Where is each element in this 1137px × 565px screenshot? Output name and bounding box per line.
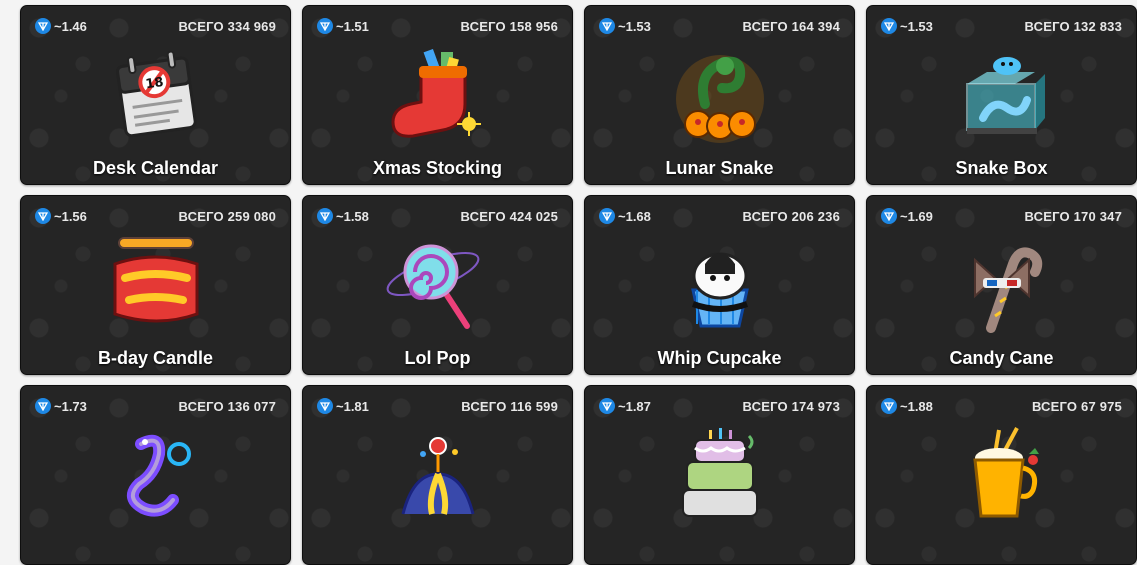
gift-card-snake-box[interactable]: ~1.53 ВСЕГО 132 833 Snake Box bbox=[866, 5, 1137, 185]
card-header: ~1.53 ВСЕГО 132 833 bbox=[881, 18, 1122, 34]
desk-calendar-icon: 18 bbox=[115, 50, 197, 138]
price: ~1.56 bbox=[35, 208, 87, 224]
ton-diamond-icon bbox=[599, 18, 615, 34]
gift-card-lunar-snake[interactable]: ~1.53 ВСЕГО 164 394 Lunar Snake bbox=[584, 5, 855, 185]
price-value: ~1.46 bbox=[54, 18, 87, 34]
gift-card-desk-calendar[interactable]: ~1.46 ВСЕГО 334 969 18 Desk Calendar bbox=[20, 5, 291, 185]
ton-diamond-icon bbox=[35, 208, 51, 224]
total-count: ВСЕГО 158 956 bbox=[460, 18, 558, 34]
total-count: ВСЕГО 170 347 bbox=[1024, 208, 1122, 224]
snake-box-icon bbox=[965, 57, 1045, 134]
ton-diamond-icon bbox=[599, 208, 615, 224]
gift-name: Whip Cupcake bbox=[657, 348, 782, 368]
price: ~1.46 bbox=[35, 18, 87, 34]
card-header: ~1.73 ВСЕГО 136 077 bbox=[35, 398, 276, 414]
price: ~1.68 bbox=[599, 208, 651, 224]
ton-diamond-icon bbox=[881, 398, 897, 414]
gift-card-whip-cupcake[interactable]: ~1.68 ВСЕГО 206 236 Whip Cupcake bbox=[584, 195, 855, 375]
ton-diamond-icon bbox=[317, 18, 333, 34]
price-value: ~1.58 bbox=[336, 208, 369, 224]
gift-name: Candy Cane bbox=[949, 348, 1054, 368]
total-count: ВСЕГО 334 969 bbox=[178, 18, 276, 34]
gift-card-neon-snake[interactable]: ~1.73 ВСЕГО 136 077 bbox=[20, 385, 291, 565]
total-count: ВСЕГО 136 077 bbox=[178, 398, 276, 414]
svg-text:18: 18 bbox=[144, 75, 164, 92]
card-header: ~1.69 ВСЕГО 170 347 bbox=[881, 208, 1122, 224]
price: ~1.53 bbox=[599, 18, 651, 34]
total-count: ВСЕГО 259 080 bbox=[178, 208, 276, 224]
price: ~1.51 bbox=[317, 18, 369, 34]
gift-name: B-day Candle bbox=[97, 348, 214, 368]
gift-name: Lunar Snake bbox=[665, 158, 774, 178]
card-header: ~1.56 ВСЕГО 259 080 bbox=[35, 208, 276, 224]
golden-drink-icon bbox=[972, 427, 1039, 518]
ton-diamond-icon bbox=[317, 208, 333, 224]
price-value: ~1.56 bbox=[54, 208, 87, 224]
ton-diamond-icon bbox=[317, 398, 333, 414]
gift-name: Desk Calendar bbox=[92, 158, 219, 178]
gift-card-golden-drink[interactable]: ~1.88 ВСЕГО 67 975 bbox=[866, 385, 1137, 565]
price: ~1.53 bbox=[881, 18, 933, 34]
card-header: ~1.88 ВСЕГО 67 975 bbox=[881, 398, 1122, 414]
card-header: ~1.58 ВСЕГО 424 025 bbox=[317, 208, 558, 224]
card-header: ~1.51 ВСЕГО 158 956 bbox=[317, 18, 558, 34]
candy-cane-icon bbox=[973, 247, 1042, 333]
gift-card-xmas-stocking[interactable]: ~1.51 ВСЕГО 158 956 Xmas Stocking bbox=[302, 5, 573, 185]
price-value: ~1.68 bbox=[618, 208, 651, 224]
total-count: ВСЕГО 132 833 bbox=[1024, 18, 1122, 34]
total-count: ВСЕГО 174 973 bbox=[742, 398, 840, 414]
price: ~1.58 bbox=[317, 208, 369, 224]
gift-card-birthday-cake[interactable]: ~1.87 ВСЕГО 174 973 bbox=[584, 385, 855, 565]
price-value: ~1.88 bbox=[900, 398, 933, 414]
birthday-cake-icon bbox=[681, 428, 758, 517]
total-count: ВСЕГО 116 599 bbox=[461, 398, 558, 414]
lunar-snake-icon bbox=[675, 55, 764, 143]
jester-hat-icon bbox=[401, 437, 474, 515]
ton-diamond-icon bbox=[599, 398, 615, 414]
price-value: ~1.87 bbox=[618, 398, 651, 414]
total-count: ВСЕГО 424 025 bbox=[460, 208, 558, 224]
card-header: ~1.87 ВСЕГО 174 973 bbox=[599, 398, 840, 414]
whip-cupcake-icon bbox=[690, 252, 749, 328]
gift-card-bday-candle[interactable]: ~1.56 ВСЕГО 259 080 B-day Candle bbox=[20, 195, 291, 375]
total-count: ВСЕГО 164 394 bbox=[742, 18, 840, 34]
price-value: ~1.53 bbox=[618, 18, 651, 34]
xmas-stocking-icon bbox=[390, 48, 481, 138]
total-count: ВСЕГО 206 236 bbox=[742, 208, 840, 224]
gift-name: Xmas Stocking bbox=[372, 158, 503, 178]
price-value: ~1.81 bbox=[336, 398, 369, 414]
lol-pop-icon bbox=[386, 244, 479, 329]
neon-snake-icon bbox=[126, 434, 191, 517]
price-value: ~1.73 bbox=[54, 398, 87, 414]
ton-diamond-icon bbox=[881, 18, 897, 34]
total-count: ВСЕГО 67 975 bbox=[1031, 398, 1122, 414]
price-value: ~1.69 bbox=[900, 208, 933, 224]
card-header: ~1.46 ВСЕГО 334 969 bbox=[35, 18, 276, 34]
gift-card-jester-hat[interactable]: ~1.81 ВСЕГО 116 599 bbox=[302, 385, 573, 565]
price-value: ~1.51 bbox=[336, 18, 369, 34]
gift-name: Snake Box bbox=[955, 158, 1048, 178]
gift-name: Lol Pop bbox=[404, 348, 471, 368]
card-header: ~1.53 ВСЕГО 164 394 bbox=[599, 18, 840, 34]
ton-diamond-icon bbox=[35, 18, 51, 34]
gift-card-candy-cane[interactable]: ~1.69 ВСЕГО 170 347 Candy Cane bbox=[866, 195, 1137, 375]
price: ~1.87 bbox=[599, 398, 651, 414]
price-value: ~1.53 bbox=[900, 18, 933, 34]
price: ~1.88 bbox=[881, 398, 933, 414]
ton-diamond-icon bbox=[35, 398, 51, 414]
ton-diamond-icon bbox=[881, 208, 897, 224]
bday-candle-icon bbox=[113, 237, 198, 323]
price: ~1.81 bbox=[317, 398, 369, 414]
card-header: ~1.68 ВСЕГО 206 236 bbox=[599, 208, 840, 224]
gift-card-lol-pop[interactable]: ~1.58 ВСЕГО 424 025 Lol Pop bbox=[302, 195, 573, 375]
price: ~1.69 bbox=[881, 208, 933, 224]
gift-grid: ~1.46 ВСЕГО 334 969 18 Desk Calendar ~1.… bbox=[20, 5, 1137, 565]
price: ~1.73 bbox=[35, 398, 87, 414]
card-header: ~1.81 ВСЕГО 116 599 bbox=[317, 398, 558, 414]
